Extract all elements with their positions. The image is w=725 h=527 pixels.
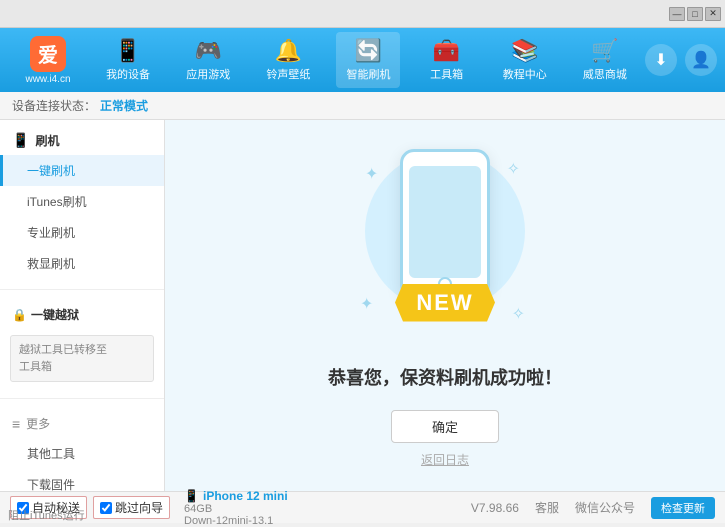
main-content: 📱 刷机 一键刷机 iTunes刷机 专业刷机 救显刷机 🔒 一键越狱 越狱工具… (0, 120, 725, 491)
logo-icon: 爱 (30, 36, 66, 72)
nav-label-wei-shop: 威思商城 (583, 66, 627, 82)
sidebar-header-label: 刷机 (35, 132, 59, 149)
nav-icon-wei-shop: 🛒 (591, 38, 618, 64)
status-label: 设备连接状态： (12, 97, 96, 114)
device-phone-icon: 📱 (184, 489, 199, 503)
nav-bar: 爱 www.i4.cn 📱 我的设备 🎮 应用游戏 🔔 铃声壁纸 🔄 智能刷机 … (0, 28, 725, 92)
nav-label-apps-games: 应用游戏 (186, 66, 230, 82)
sidebar-item-itunes-flash[interactable]: iTunes刷机 (0, 186, 164, 217)
sidebar: 📱 刷机 一键刷机 iTunes刷机 专业刷机 救显刷机 🔒 一键越狱 越狱工具… (0, 120, 165, 491)
sparkle-2: ✧ (507, 159, 520, 179)
nav-right-buttons: ⬇ 👤 (645, 44, 717, 76)
nav-icon-my-device: 📱 (114, 38, 141, 64)
nav-label-my-device: 我的设备 (106, 66, 150, 82)
nav-item-my-device[interactable]: 📱 我的设备 (96, 32, 160, 88)
return-log-link[interactable]: 返回日志 (421, 451, 469, 468)
wechat-public-link[interactable]: 微信公众号 (575, 499, 635, 516)
skip-wizard-checkbox[interactable]: 跳过向导 (93, 496, 170, 519)
confirm-button[interactable]: 确定 (391, 410, 499, 443)
device-storage: 64GB (184, 503, 288, 515)
download-button[interactable]: ⬇ (645, 44, 677, 76)
jailbreak-notice: 越狱工具已转移至 工具箱 (10, 335, 154, 382)
logo[interactable]: 爱 www.i4.cn (8, 36, 88, 85)
bottom-bar-wrapper: 自动秘送 跳过向导 📱 iPhone 12 mini 64GB Down-12m… (0, 491, 725, 523)
nav-icon-apps-games: 🎮 (195, 38, 222, 64)
success-illustration: ✦ ✧ ✦ ✧ NEW (345, 144, 545, 344)
new-ribbon: NEW (395, 284, 495, 334)
phone-screen (409, 166, 481, 278)
sidebar-section-more: 更多 其他工具 下载固件 高级功能 (0, 403, 164, 491)
check-update-button[interactable]: 检查更新 (651, 497, 715, 519)
nav-item-ringtone[interactable]: 🔔 铃声壁纸 (256, 32, 320, 88)
phone-illustration (400, 149, 490, 299)
skip-wizard-check[interactable] (100, 502, 112, 514)
minimize-button[interactable]: — (669, 7, 685, 21)
nav-label-ringtone: 铃声壁纸 (266, 66, 310, 82)
sparkle-3: ✦ (360, 294, 373, 314)
sidebar-jailbreak-label: 一键越狱 (31, 306, 79, 323)
skip-wizard-label: 跳过向导 (115, 499, 163, 516)
sidebar-item-other-tools[interactable]: 其他工具 (0, 438, 164, 469)
sidebar-section-jailbreak: 🔒 一键越狱 越狱工具已转移至 工具箱 (0, 294, 164, 394)
sidebar-header-jailbreak: 🔒 一键越狱 (0, 300, 164, 329)
nav-items: 📱 我的设备 🎮 应用游戏 🔔 铃声壁纸 🔄 智能刷机 🧰 工具箱 📚 教程中心… (88, 32, 645, 88)
notice-line1: 越狱工具已转移至 (19, 344, 107, 356)
sidebar-divider-1 (0, 289, 164, 290)
nav-icon-ringtone: 🔔 (275, 38, 302, 64)
customer-service-link[interactable]: 客服 (535, 499, 559, 516)
logo-url: www.i4.cn (25, 74, 70, 85)
content-area: ✦ ✧ ✦ ✧ NEW 恭喜您，保资料刷机成功啦！ 确定 返回日志 (165, 120, 725, 491)
nav-icon-tutorials: 📚 (511, 38, 538, 64)
nav-item-tutorials[interactable]: 📚 教程中心 (493, 32, 557, 88)
sparkle-1: ✦ (365, 164, 378, 184)
status-value: 正常模式 (100, 97, 148, 114)
nav-icon-toolbox: 🧰 (433, 38, 460, 64)
window-controls: — □ ✕ (669, 7, 721, 21)
lock-icon: 🔒 (12, 308, 27, 322)
status-bar: 设备连接状态： 正常模式 (0, 92, 725, 120)
title-bar: — □ ✕ (0, 0, 725, 28)
notice-line2: 工具箱 (19, 361, 52, 373)
device-name: 📱 iPhone 12 mini (184, 489, 288, 503)
user-button[interactable]: 👤 (685, 44, 717, 76)
nav-label-tutorials: 教程中心 (503, 66, 547, 82)
sidebar-item-pro-flash[interactable]: 专业刷机 (0, 217, 164, 248)
nav-label-smart-shop: 智能刷机 (346, 66, 390, 82)
sidebar-divider-2 (0, 398, 164, 399)
bottom-bar: 自动秘送 跳过向导 📱 iPhone 12 mini 64GB Down-12m… (0, 491, 725, 523)
sparkle-4: ✧ (512, 304, 525, 324)
sidebar-more-title: 更多 (0, 409, 164, 438)
nav-item-wei-shop[interactable]: 🛒 威思商城 (573, 32, 637, 88)
sidebar-item-download-firmware[interactable]: 下载固件 (0, 469, 164, 491)
sidebar-section-flash: 📱 刷机 一键刷机 iTunes刷机 专业刷机 救显刷机 (0, 120, 164, 285)
nav-label-toolbox: 工具箱 (430, 66, 463, 82)
success-text: 恭喜您，保资料刷机成功啦！ (328, 364, 562, 390)
sidebar-item-rescue-flash[interactable]: 救显刷机 (0, 248, 164, 279)
device-info: 📱 iPhone 12 mini 64GB Down-12mini-13.1 (184, 489, 288, 527)
maximize-button[interactable]: □ (687, 7, 703, 21)
close-button[interactable]: ✕ (705, 7, 721, 21)
flash-header-icon: 📱 (12, 132, 29, 149)
device-model: Down-12mini-13.1 (184, 515, 288, 527)
nav-item-smart-shop[interactable]: 🔄 智能刷机 (336, 32, 400, 88)
device-name-text: iPhone 12 mini (203, 489, 288, 503)
sidebar-item-onekey-flash[interactable]: 一键刷机 (0, 155, 164, 186)
nav-item-apps-games[interactable]: 🎮 应用游戏 (176, 32, 240, 88)
new-label: NEW (395, 284, 495, 322)
version-text: V7.98.66 (471, 501, 519, 515)
sidebar-header-flash: 📱 刷机 (0, 126, 164, 155)
itunes-notice-text: 阻止iTunes运行 (8, 507, 85, 523)
itunes-notice: 阻止iTunes运行 (0, 507, 93, 523)
nav-item-toolbox[interactable]: 🧰 工具箱 (417, 32, 477, 88)
nav-icon-smart-shop: 🔄 (355, 38, 382, 64)
bottom-right: V7.98.66 客服 微信公众号 检查更新 (471, 497, 715, 519)
